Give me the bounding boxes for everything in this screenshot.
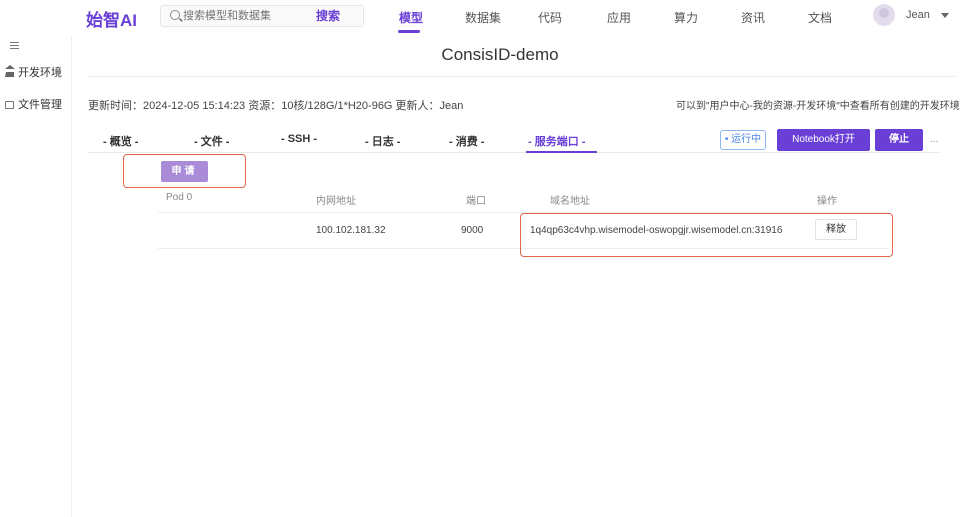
- status-badge: • 运行中: [720, 130, 766, 150]
- chevron-down-icon[interactable]: [941, 13, 949, 18]
- folder-icon: [5, 101, 14, 110]
- nav-models[interactable]: 模型: [399, 9, 423, 26]
- domain-highlight-frame: [520, 213, 893, 257]
- brand-logo[interactable]: 始智AI: [86, 6, 137, 31]
- sidebar-item-label: 文件管理: [18, 99, 62, 111]
- home-icon: [5, 65, 15, 78]
- tab-overview[interactable]: - 概览 -: [103, 133, 138, 149]
- avatar[interactable]: [873, 4, 895, 26]
- nav-docs[interactable]: 文档: [808, 9, 832, 26]
- tab-active-indicator: [526, 151, 597, 153]
- search-input[interactable]: [183, 8, 333, 24]
- more-button[interactable]: ...: [930, 134, 938, 145]
- apply-button[interactable]: 申请: [161, 161, 208, 182]
- nav-active-indicator: [398, 30, 420, 33]
- top-nav: 始智AI 搜索 模型 数据集 代码 应用 算力 资讯 文档 Jean: [0, 0, 960, 36]
- tab-logs[interactable]: - 日志 -: [365, 133, 400, 149]
- tab-ssh[interactable]: - SSH -: [281, 133, 317, 145]
- table-header-internal-address: 内网地址: [316, 196, 356, 207]
- notebook-open-button[interactable]: Notebook打开: [777, 129, 870, 151]
- stop-button[interactable]: 停止: [875, 129, 923, 151]
- hint-text: 可以到"用户中心-我的资源-开发环境"中查看所有创建的开发环境: [676, 101, 960, 112]
- search-icon: [170, 10, 180, 20]
- divider: [88, 76, 956, 77]
- nav-compute[interactable]: 算力: [674, 9, 698, 26]
- nav-datasets[interactable]: 数据集: [465, 9, 501, 26]
- page-title: ConsisID-demo: [441, 45, 559, 64]
- nav-apps[interactable]: 应用: [607, 9, 631, 26]
- table-header-domain: 域名地址: [550, 196, 590, 207]
- nav-code[interactable]: 代码: [538, 9, 562, 26]
- sidebar-item-dev-env[interactable]: 开发环境: [5, 64, 62, 80]
- sidebar-item-label: 开发环境: [18, 67, 62, 79]
- table-header-action: 操作: [817, 196, 837, 207]
- tabs-divider: [88, 152, 940, 153]
- tab-billing[interactable]: - 消费 -: [449, 133, 484, 149]
- tab-files[interactable]: - 文件 -: [194, 133, 229, 149]
- cell-internal-address: 100.102.181.32: [316, 225, 386, 236]
- user-name[interactable]: Jean: [906, 9, 930, 21]
- cell-port: 9000: [461, 225, 484, 236]
- search-button[interactable]: 搜索: [316, 7, 340, 24]
- sidebar-item-file-manager[interactable]: 文件管理: [5, 96, 62, 112]
- table-header-pod: Pod 0: [166, 192, 193, 203]
- table-header-port: 端口: [466, 196, 486, 207]
- nav-news[interactable]: 资讯: [741, 9, 765, 26]
- sidebar: 开发环境 文件管理: [0, 36, 72, 517]
- tab-service-ports[interactable]: - 服务端口 -: [528, 133, 585, 149]
- update-meta: 更新时间：2024-12-05 15:14:23 资源：10核/128G/1*H…: [88, 100, 464, 112]
- menu-icon[interactable]: [10, 42, 19, 51]
